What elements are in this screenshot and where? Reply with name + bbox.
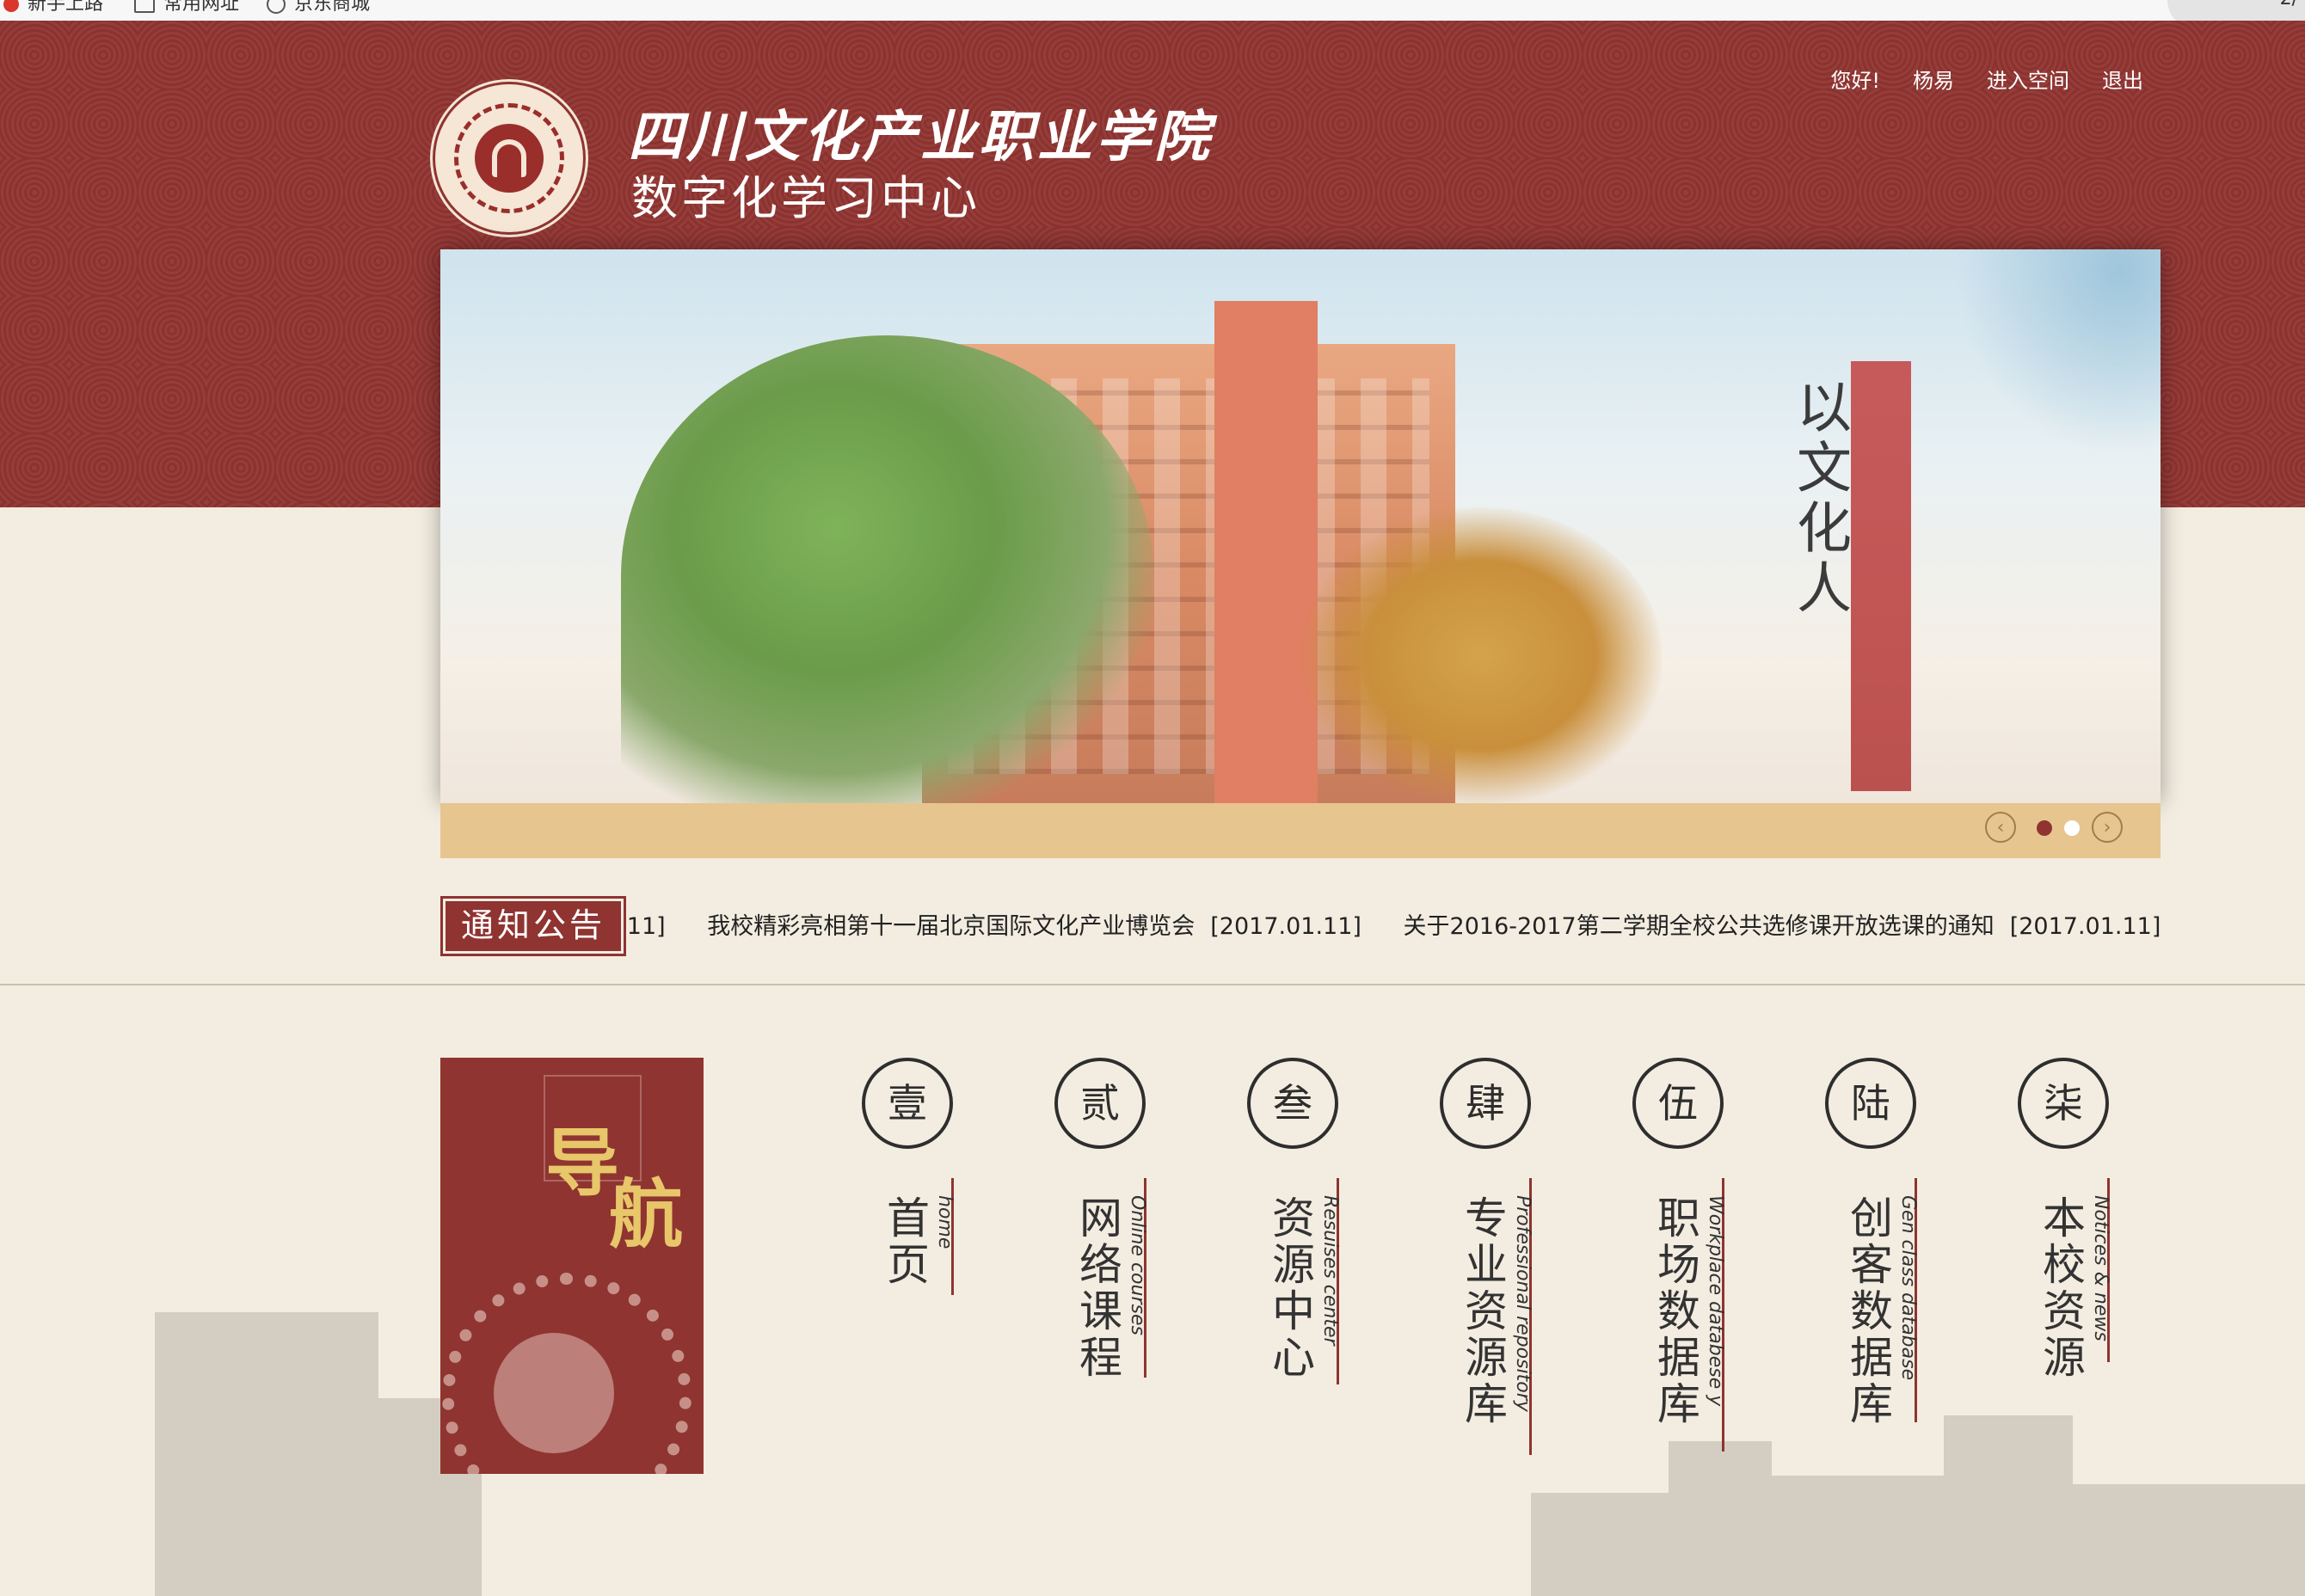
nav-label: 专业资源库 (1458, 1195, 1508, 1427)
bookmark-icon (3, 0, 19, 12)
nav-number: 叁 (1247, 1058, 1338, 1149)
banner-image[interactable]: 以文化人 (440, 249, 2161, 803)
nav-label-en: Professional repository (1512, 1195, 1534, 1412)
folder-icon (134, 0, 155, 13)
nav-item-workplace-database[interactable]: 伍 职场数据库 Workplace databese y (1632, 1058, 1804, 1462)
nav-label: 本校资源 (2036, 1195, 2086, 1381)
nav-number: 柒 (2018, 1058, 2109, 1149)
navigation-card: 导 航 (440, 1058, 704, 1474)
bookmark-item[interactable]: 新手上路 (3, 0, 103, 15)
nav-label: 职场数据库 (1650, 1195, 1700, 1427)
user-bar: 您好! 杨易 进入空间 退出 (1830, 64, 2143, 94)
browser-bookmarks-bar: 新手上路 常用网址 京东商城 (0, 0, 2305, 21)
greeting-text: 您好! (1830, 69, 1880, 93)
nav-card-emblem-core (494, 1333, 614, 1453)
notice-item[interactable]: 关于2016-2017第二学期全校公共选修课开放选课的通知 [2017.01.11… (1404, 905, 2161, 949)
nav-label: 资源中心 (1265, 1195, 1315, 1381)
nav-label-en: Resuises center (1319, 1195, 1341, 1346)
willow-trees-illustration (621, 335, 1154, 803)
nav-item-online-courses[interactable]: 贰 网络课程 Online courses (1054, 1058, 1226, 1462)
slider-dot-active[interactable] (2037, 820, 2052, 836)
bookmark-item[interactable]: 常用网址 (134, 0, 239, 15)
notice-item[interactable]: [2017.01.11] (628, 905, 666, 949)
nav-label-en: home (934, 1195, 956, 1249)
nav-item-maker-database[interactable]: 陆 创客数据库 Gen class database (1825, 1058, 1997, 1462)
nav-label: 首页 (880, 1195, 930, 1288)
enter-space-link[interactable]: 进入空间 (1987, 64, 2069, 94)
nav-number: 肆 (1440, 1058, 1531, 1149)
nav-label: 网络课程 (1073, 1195, 1122, 1381)
nav-label-en: Online courses (1127, 1195, 1148, 1335)
slider-dot[interactable] (2064, 820, 2080, 836)
nav-number: 伍 (1632, 1058, 1724, 1149)
notice-item[interactable]: 我校精彩亮相第十一届北京国际文化产业博览会 [2017.01.11] (707, 905, 1361, 949)
slider-prev-button[interactable]: ‹ (1985, 812, 2016, 843)
section-divider (0, 984, 2305, 985)
nav-number: 陆 (1825, 1058, 1916, 1149)
logo-emblem-icon (475, 124, 544, 193)
bookmark-item[interactable]: 京东商城 (267, 0, 370, 15)
nav-label: 创客数据库 (1843, 1195, 1893, 1427)
nav-label-en: Workplace databese y (1705, 1195, 1726, 1407)
autumn-tree-illustration (1300, 507, 1662, 803)
nav-item-professional-repository[interactable]: 肆 专业资源库 Professional repository (1440, 1058, 1612, 1462)
slider-control-bar (440, 803, 2161, 858)
school-logo[interactable] (440, 89, 578, 227)
notice-label: 通知公告 (440, 896, 626, 956)
nav-number: 壹 (862, 1058, 953, 1149)
banner-slider: 以文化人 ‹ › (440, 249, 2161, 858)
slider-next-button[interactable]: › (2092, 812, 2123, 843)
notice-ticker: [2017.01.11] 我校精彩亮相第十一届北京国际文化产业博览会[2017.… (628, 905, 2161, 949)
nav-label-en: Notices & news (2090, 1195, 2111, 1341)
username-link[interactable]: 杨易 (1913, 64, 1954, 94)
nav-item-school-resources[interactable]: 柒 本校资源 Notices & news (2018, 1058, 2190, 1462)
logout-link[interactable]: 退出 (2102, 64, 2143, 94)
nav-label-en: Gen class database (1897, 1195, 1919, 1381)
site-title: 数字化学习中心 (631, 171, 980, 225)
sky-wash (1954, 249, 2161, 456)
nav-item-resource-center[interactable]: 叁 资源中心 Resuises center (1247, 1058, 1419, 1462)
globe-icon (267, 0, 286, 14)
nav-item-home[interactable]: 壹 首页 home (862, 1058, 1034, 1462)
red-scroll-seal (1851, 361, 1911, 791)
nav-card-title-2: 航 (609, 1171, 683, 1258)
nav-number: 贰 (1054, 1058, 1146, 1149)
banner-calligraphy: 以文化人 (1787, 378, 1851, 619)
